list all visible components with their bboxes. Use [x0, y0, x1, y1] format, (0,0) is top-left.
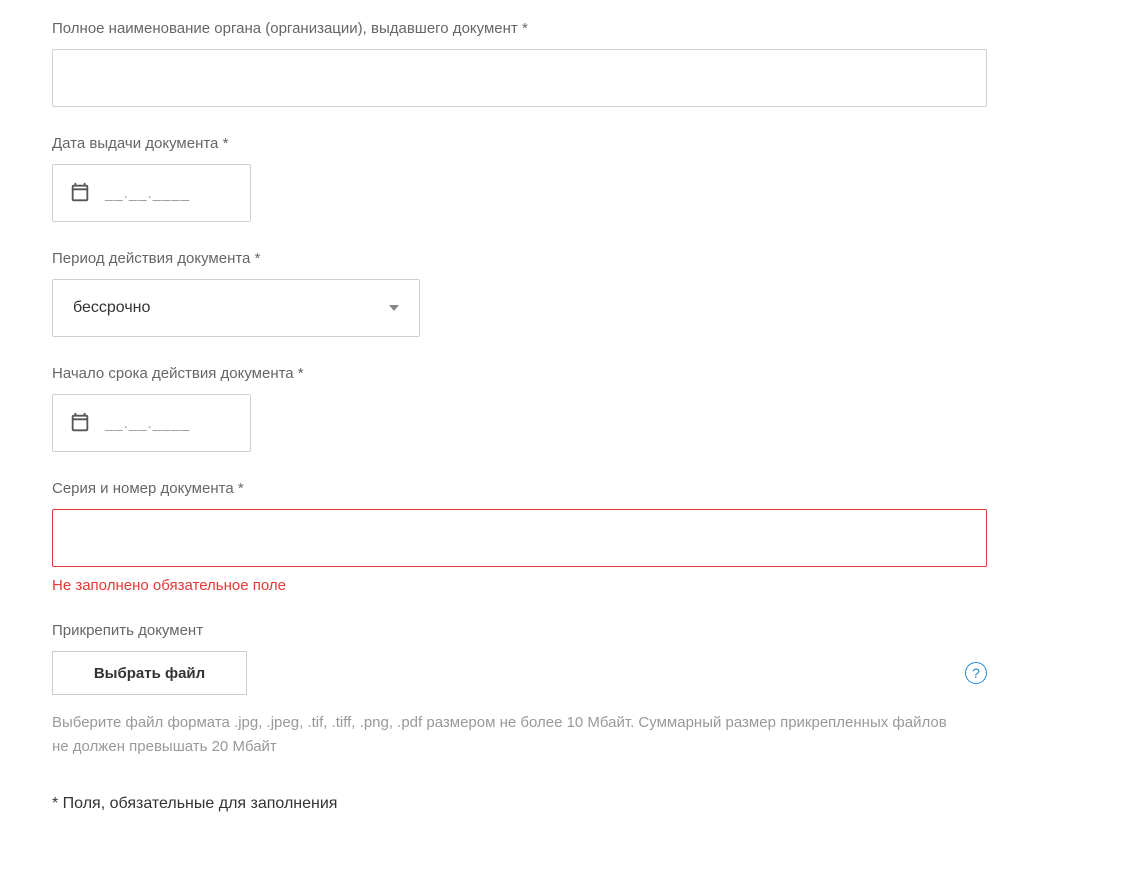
chevron-down-icon [389, 305, 399, 311]
issue-date-label: Дата выдачи документа * [52, 135, 1089, 152]
required-fields-note: * Поля, обязательные для заполнения [52, 795, 1089, 813]
start-date-placeholder: __.__.____ [105, 415, 190, 432]
validity-period-field-group: Период действия документа * бессрочно [52, 250, 1089, 337]
calendar-icon [69, 412, 91, 434]
validity-period-label: Период действия документа * [52, 250, 1089, 267]
issue-date-field-group: Дата выдачи документа * __.__.____ [52, 135, 1089, 222]
calendar-icon [69, 182, 91, 204]
serial-number-label: Серия и номер документа * [52, 480, 1089, 497]
serial-number-field-group: Серия и номер документа * Не заполнено о… [52, 480, 1089, 594]
serial-number-error: Не заполнено обязательное поле [52, 577, 1089, 594]
issue-date-input[interactable]: __.__.____ [52, 164, 251, 222]
start-date-field-group: Начало срока действия документа * __.__.… [52, 365, 1089, 452]
issuer-input[interactable] [52, 49, 987, 107]
issuer-label: Полное наименование органа (организации)… [52, 20, 1089, 37]
choose-file-button[interactable]: Выбрать файл [52, 651, 247, 695]
file-hint-text: Выберите файл формата .jpg, .jpeg, .tif,… [52, 711, 952, 759]
attach-field-group: Прикрепить документ Выбрать файл ? Выбер… [52, 622, 1089, 759]
help-icon[interactable]: ? [965, 662, 987, 684]
file-button-row: Выбрать файл ? [52, 651, 987, 695]
validity-period-select[interactable]: бессрочно [52, 279, 420, 337]
start-date-input[interactable]: __.__.____ [52, 394, 251, 452]
issue-date-placeholder: __.__.____ [105, 185, 190, 202]
start-date-label: Начало срока действия документа * [52, 365, 1089, 382]
issuer-field-group: Полное наименование органа (организации)… [52, 20, 1089, 107]
serial-number-input[interactable] [52, 509, 987, 567]
validity-period-selected: бессрочно [73, 299, 150, 317]
attach-label: Прикрепить документ [52, 622, 1089, 639]
